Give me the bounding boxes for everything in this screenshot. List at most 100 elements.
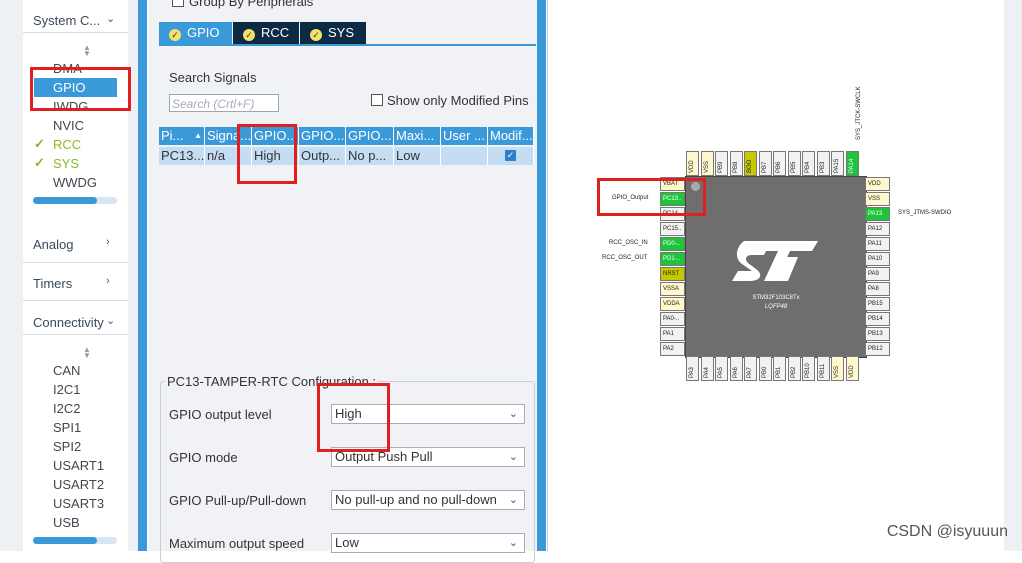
scroll-arrows-icon[interactable]: ▲ ▼: [83, 346, 91, 360]
table-cell-pull[interactable]: No p...: [346, 147, 394, 165]
pin-pa13[interactable]: PA13: [865, 207, 890, 221]
sidebar-item-usb[interactable]: USB: [53, 515, 80, 530]
pin-pa10[interactable]: PA10: [865, 252, 890, 266]
scrollbar-thumb[interactable]: [33, 537, 97, 544]
chevron-down-icon[interactable]: ⌄: [106, 12, 115, 25]
pin-pa6[interactable]: PA6: [729, 356, 743, 381]
pin-vss[interactable]: VSS: [700, 151, 714, 176]
pin-pa1[interactable]: PA1: [660, 327, 685, 341]
pin-pb6[interactable]: PB6: [773, 151, 786, 176]
pin-pb2[interactable]: PB2: [787, 356, 801, 381]
pin-vdd[interactable]: VDD: [865, 177, 890, 191]
table-cell-user-label[interactable]: [441, 147, 488, 165]
pin-pa15[interactable]: PA15: [831, 151, 844, 176]
table-cell-speed[interactable]: Low: [394, 147, 441, 165]
pin-pb8[interactable]: PB8: [729, 151, 743, 176]
splitter-bar[interactable]: [537, 0, 546, 551]
pin-vdda[interactable]: VDDA: [660, 297, 685, 311]
pin-pb14[interactable]: PB14: [865, 312, 890, 326]
splitter-bar[interactable]: [138, 0, 147, 551]
sidebar-item-wwdg[interactable]: WWDG: [53, 175, 97, 190]
sidebar-item-spi1[interactable]: SPI1: [53, 420, 81, 435]
pin-pb11[interactable]: PB11: [816, 356, 830, 381]
annotation-box: [597, 178, 706, 216]
watermark: CSDN @isyuuun: [886, 523, 1008, 540]
pin-nrst[interactable]: NRST: [660, 267, 685, 281]
category-system-core[interactable]: System C...: [33, 13, 100, 28]
speed-select[interactable]: Low ⌄: [331, 533, 525, 553]
pin-vss[interactable]: VSS: [831, 356, 844, 381]
pin-boo[interactable]: BOO: [744, 151, 757, 176]
tab-sys[interactable]: ✓ SYS: [300, 22, 366, 44]
table-cell-pin[interactable]: PC13...: [159, 147, 205, 165]
pin-pb0[interactable]: PB0: [758, 356, 772, 381]
table-cell-modified[interactable]: ✓: [488, 147, 534, 165]
scrollbar-thumb[interactable]: [33, 197, 97, 204]
horizontal-scrollbar[interactable]: [33, 537, 117, 544]
pin-pa12[interactable]: PA12: [865, 222, 890, 236]
pin-pd1[interactable]: PD1-..: [660, 252, 685, 266]
column-header-mode[interactable]: GPIO...: [299, 127, 346, 145]
category-connectivity[interactable]: Connectivity: [33, 315, 104, 330]
chevron-right-icon[interactable]: ›: [106, 275, 110, 287]
sidebar-item-i2c1[interactable]: I2C1: [53, 382, 80, 397]
pin-pb5[interactable]: PB5: [787, 151, 801, 176]
pin-pb3[interactable]: PB3: [816, 151, 830, 176]
pin-pa14[interactable]: PA14: [845, 151, 859, 176]
search-signals-input[interactable]: Search (Crtl+F): [169, 94, 279, 112]
pull-select[interactable]: No pull-up and no pull-down ⌄: [331, 490, 525, 510]
column-header-speed[interactable]: Maxi...: [394, 127, 441, 145]
sidebar-item-usart2[interactable]: USART2: [53, 477, 104, 492]
sidebar-item-sys[interactable]: SYS: [53, 156, 79, 171]
pin-pb1[interactable]: PB1: [773, 356, 786, 381]
chevron-down-icon[interactable]: ⌄: [106, 314, 115, 327]
horizontal-scrollbar[interactable]: [33, 197, 117, 204]
category-timers[interactable]: Timers: [33, 276, 72, 291]
pin-pa3[interactable]: PA3: [686, 356, 699, 381]
sidebar-item-spi2[interactable]: SPI2: [53, 439, 81, 454]
pin-vss[interactable]: VSS: [865, 192, 890, 206]
scroll-arrows-icon[interactable]: ▲ ▼: [83, 44, 91, 58]
pin-pa0[interactable]: PA0-..: [660, 312, 685, 326]
modified-checkbox[interactable]: ✓: [505, 150, 516, 161]
category-analog[interactable]: Analog: [33, 237, 73, 252]
pin-pa7[interactable]: PA7: [744, 356, 757, 381]
tab-gpio[interactable]: ✓ GPIO: [159, 22, 232, 44]
pin-pb4[interactable]: PB4: [802, 151, 815, 176]
table-cell-mode[interactable]: Outp...: [299, 147, 346, 165]
sidebar-item-i2c2[interactable]: I2C2: [53, 401, 80, 416]
pin-vdd[interactable]: VDD: [686, 151, 699, 176]
divider: [23, 300, 128, 301]
pin-pa9[interactable]: PA9: [865, 267, 890, 281]
divider: [23, 334, 128, 335]
pin-pa8[interactable]: PA8: [865, 282, 890, 296]
pin-pb13[interactable]: PB13: [865, 327, 890, 341]
sidebar-item-usart1[interactable]: USART1: [53, 458, 104, 473]
pin-pb10[interactable]: PB10: [802, 356, 815, 381]
sidebar-item-rcc[interactable]: RCC: [53, 137, 81, 152]
column-header-pull[interactable]: GPIO...: [346, 127, 394, 145]
pin-pa4[interactable]: PA4: [700, 356, 714, 381]
column-header-pin[interactable]: Pi... ▲: [159, 127, 205, 145]
pin-pb9[interactable]: PB9: [715, 151, 728, 176]
sidebar-item-nvic[interactable]: NVIC: [53, 118, 84, 133]
pin-vssa[interactable]: VSSA: [660, 282, 685, 296]
pin-pa2[interactable]: PA2: [660, 342, 685, 356]
pin-pc15[interactable]: PC15..: [660, 222, 685, 236]
show-only-modified-checkbox[interactable]: [371, 94, 383, 106]
sidebar-item-can[interactable]: CAN: [53, 363, 80, 378]
group-by-peripherals-checkbox[interactable]: [172, 0, 184, 7]
pin-pd0[interactable]: PD0-..: [660, 237, 685, 251]
pin-pa5[interactable]: PA5: [715, 356, 728, 381]
column-header-user-label[interactable]: User ...: [441, 127, 488, 145]
column-header-modified[interactable]: Modif...: [488, 127, 534, 145]
pin-pa11[interactable]: PA11: [865, 237, 890, 251]
pin-pb15[interactable]: PB15: [865, 297, 890, 311]
pin-vdd[interactable]: VDD: [845, 356, 859, 381]
sidebar-item-usart3[interactable]: USART3: [53, 496, 104, 511]
mcu-chip[interactable]: STM32F103C8Tx LQFP48: [685, 176, 867, 358]
pin-pb7[interactable]: PB7: [758, 151, 772, 176]
tab-rcc[interactable]: ✓ RCC: [233, 22, 299, 44]
chevron-right-icon[interactable]: ›: [106, 236, 110, 248]
pin-pb12[interactable]: PB12: [865, 342, 890, 356]
